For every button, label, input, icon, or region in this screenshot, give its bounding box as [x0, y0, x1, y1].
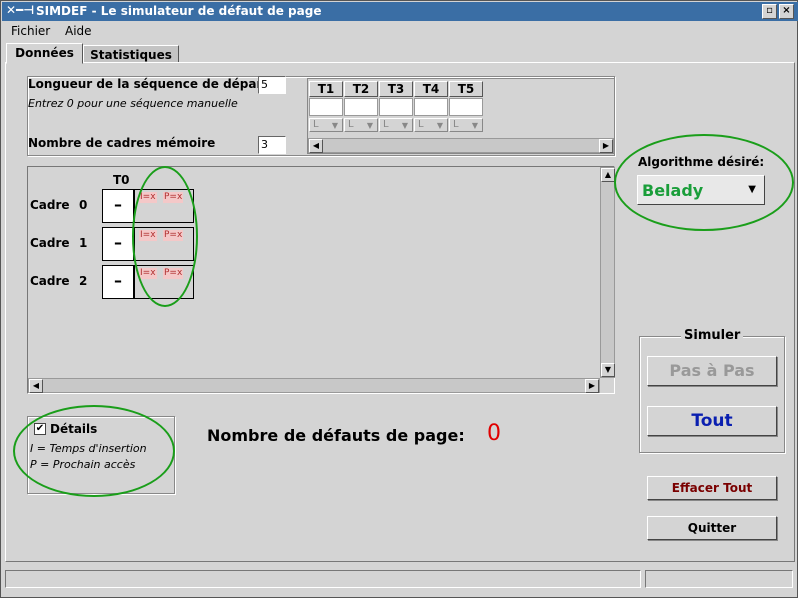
- frame-label: Cadre: [30, 274, 70, 288]
- run-all-button[interactable]: Tout: [647, 406, 777, 436]
- menu-aide[interactable]: Aide: [65, 24, 92, 38]
- dropdown-value: L: [453, 119, 459, 130]
- menu-bar: Fichier Aide: [2, 21, 798, 43]
- quit-button[interactable]: Quitter: [647, 516, 777, 540]
- sequence-hint: Entrez 0 pour une séquence manuelle: [28, 97, 238, 110]
- minimize-button[interactable]: ▫: [762, 4, 777, 19]
- frames-hscrollbar[interactable]: ◀ ▶: [28, 378, 600, 393]
- highlight-ellipse: [614, 134, 794, 231]
- sequence-cell[interactable]: [344, 98, 378, 116]
- chevron-down-icon: ▼: [436, 121, 443, 130]
- title-bar[interactable]: ✕━⊣ SIMDEF - Le simulateur de défaut de …: [2, 2, 798, 21]
- dropdown-value: L: [313, 119, 319, 130]
- sequence-table: T1 T2 T3 T4 T5 L ▼ L ▼ L ▼ L ▼ L ▼ ◀ ▶: [307, 78, 615, 154]
- scroll-up-icon[interactable]: ▲: [601, 168, 615, 182]
- dropdown-value: L: [418, 119, 424, 130]
- tab-statistiques[interactable]: Statistiques: [83, 45, 179, 63]
- frame-value: –: [102, 227, 134, 261]
- close-button[interactable]: ×: [779, 4, 794, 19]
- app-window: ✕━⊣ SIMDEF - Le simulateur de défaut de …: [0, 0, 798, 598]
- chevron-down-icon: ▼: [471, 121, 478, 130]
- frames-scrollpane: T0 Cadre 0 – I=x P=x Cadre 1 – I=x P=x C…: [27, 166, 615, 394]
- frames-count-input[interactable]: 3: [258, 136, 286, 154]
- sequence-cell[interactable]: [449, 98, 483, 116]
- status-field: [645, 570, 793, 588]
- frame-index: 2: [79, 274, 88, 288]
- status-bar: [5, 568, 795, 592]
- scroll-right-icon[interactable]: ▶: [585, 379, 599, 393]
- scroll-left-icon[interactable]: ◀: [29, 379, 43, 393]
- col-header-t1: T1: [309, 81, 343, 97]
- window-title: SIMDEF - Le simulateur de défaut de page: [36, 4, 322, 18]
- page-faults-value: 0: [487, 421, 501, 446]
- status-field: [5, 570, 641, 588]
- page-faults-label: Nombre de défauts de page:: [207, 426, 465, 445]
- chevron-down-icon: ▼: [401, 121, 408, 130]
- sequence-length-label: Longueur de la séquence de départ: [28, 77, 269, 91]
- step-button[interactable]: Pas à Pas: [647, 356, 777, 386]
- col-header-t4: T4: [414, 81, 448, 97]
- type-dropdown[interactable]: L ▼: [414, 118, 448, 132]
- frame-label: Cadre: [30, 198, 70, 212]
- frames-vscrollbar[interactable]: ▲ ▼: [600, 167, 615, 378]
- simulate-group-label: Simuler: [681, 328, 744, 343]
- type-dropdown[interactable]: L ▼: [309, 118, 343, 132]
- tab-donnees[interactable]: Données: [6, 43, 83, 64]
- scroll-down-icon[interactable]: ▼: [601, 363, 615, 377]
- frames-count-label: Nombre de cadres mémoire: [28, 136, 216, 150]
- frame-value: –: [102, 189, 134, 223]
- type-dropdown[interactable]: L ▼: [344, 118, 378, 132]
- frame-index: 1: [79, 236, 88, 250]
- window-menu-icon[interactable]: ✕━⊣: [6, 3, 34, 17]
- col-header-t3: T3: [379, 81, 413, 97]
- type-dropdown[interactable]: L ▼: [379, 118, 413, 132]
- col-header-t2: T2: [344, 81, 378, 97]
- column-header-t0: T0: [113, 173, 130, 187]
- dropdown-value: L: [383, 119, 389, 130]
- menu-fichier[interactable]: Fichier: [11, 24, 50, 38]
- frame-index: 0: [79, 198, 88, 212]
- sequence-length-input[interactable]: 5: [258, 76, 286, 94]
- frame-value: –: [102, 265, 134, 299]
- sequence-hscrollbar[interactable]: ◀ ▶: [308, 138, 614, 153]
- sequence-cell[interactable]: [379, 98, 413, 116]
- sequence-cell[interactable]: [309, 98, 343, 116]
- dropdown-value: L: [348, 119, 354, 130]
- chevron-down-icon: ▼: [366, 121, 373, 130]
- frame-label: Cadre: [30, 236, 70, 250]
- scroll-left-icon[interactable]: ◀: [309, 139, 323, 153]
- type-dropdown[interactable]: L ▼: [449, 118, 483, 132]
- clear-all-button[interactable]: Effacer Tout: [647, 476, 777, 500]
- highlight-ellipse: [13, 405, 175, 497]
- scroll-right-icon[interactable]: ▶: [599, 139, 613, 153]
- chevron-down-icon: ▼: [331, 121, 338, 130]
- sequence-cell[interactable]: [414, 98, 448, 116]
- highlight-ellipse: [132, 166, 198, 307]
- col-header-t5: T5: [449, 81, 483, 97]
